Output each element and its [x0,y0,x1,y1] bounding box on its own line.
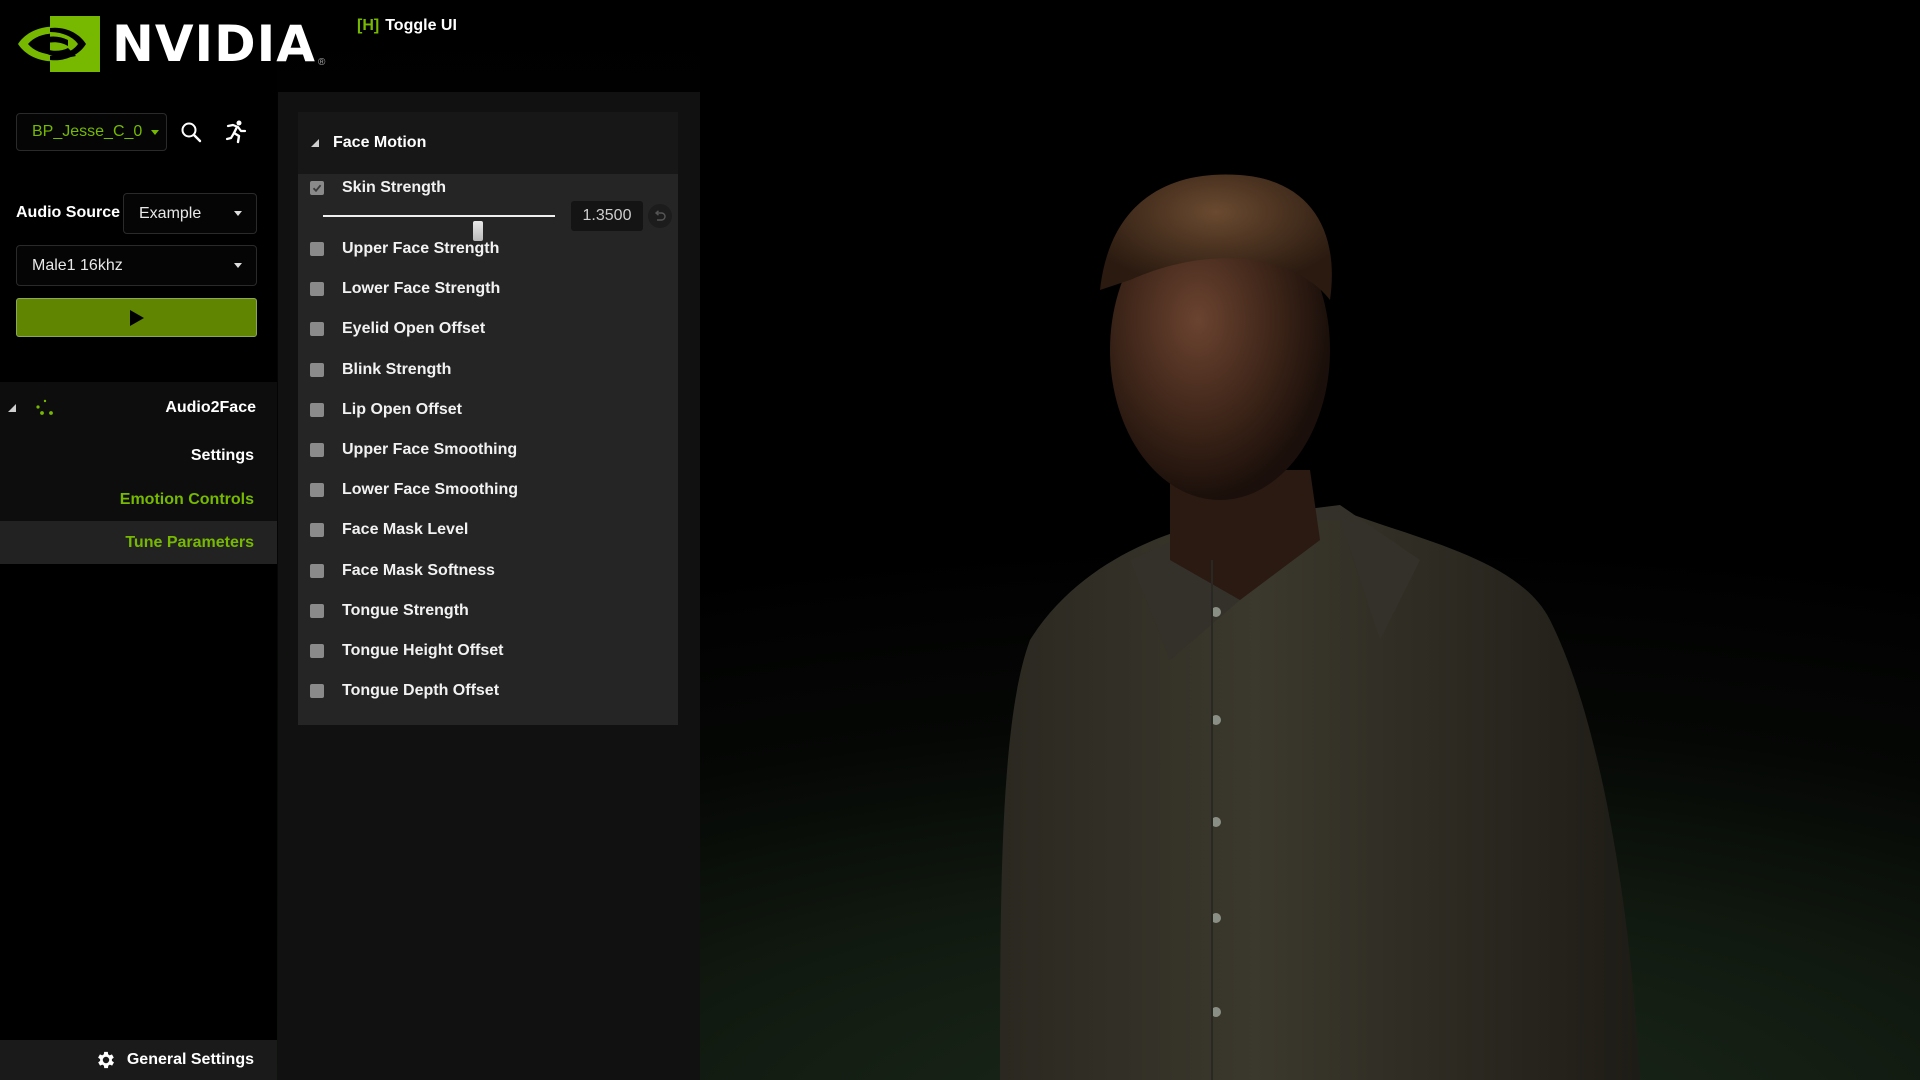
audio-clip-value: Male1 16khz [32,256,123,274]
param-label: Tongue Depth Offset [342,682,500,700]
param-row-face-mask-level: Face Mask Level [298,516,678,544]
nav-item-label: Settings [190,447,254,464]
face-motion-card: Face Motion Skin Strength 1.3500 Upper F… [298,112,678,725]
lip-open-offset-checkbox[interactable] [310,402,324,417]
param-label: Eyelid Open Offset [342,320,486,338]
param-row-tongue-depth-offset: Tongue Depth Offset [298,677,678,705]
skin-strength-checkbox[interactable] [310,181,324,195]
lower-face-strength-checkbox[interactable] [310,282,324,297]
param-row-upper-face-strength: Upper Face Strength [298,235,678,263]
chevron-down-icon [234,263,242,268]
audio2face-section-header[interactable]: Audio2Face [0,382,277,434]
toggle-ui-label: Toggle UI [385,17,457,34]
param-label: Upper Face Smoothing [342,441,518,458]
param-label: Upper Face Strength [342,240,500,257]
chevron-down-icon [234,211,242,216]
audio2face-title: Audio2Face [165,399,256,416]
param-label: Skin Strength [342,179,447,196]
param-row-tongue-height-offset: Tongue Height Offset [298,637,678,665]
param-row-blink-strength: Blink Strength [298,356,678,384]
search-icon [181,122,202,143]
face-mask-level-checkbox[interactable] [310,523,324,538]
eyelid-open-offset-checkbox[interactable] [310,322,324,337]
play-icon [129,309,144,326]
upper-face-smoothing-checkbox[interactable] [310,443,324,457]
nvidia-logo: NVIDIA ® [16,16,325,72]
blink-strength-checkbox[interactable] [310,362,324,377]
face-motion-header[interactable]: Face Motion [298,112,678,174]
nav-item-settings[interactable]: Settings [0,434,277,478]
general-settings-label: General Settings [126,1051,254,1068]
audio2face-nav: Settings Emotion Controls Tune Parameter… [0,434,277,1080]
registered-mark: ® [317,57,326,68]
audio-source-label: Audio Source [16,204,121,221]
reset-to-default-button[interactable] [648,204,672,228]
audio-source-dropdown[interactable]: Example [123,193,257,234]
param-label: Lower Face Strength [342,280,501,298]
nav-item-label: Emotion Controls [119,490,254,508]
reset-arrow-icon [654,210,666,221]
toggle-ui-hint[interactable]: [H] Toggle UI [357,17,457,35]
nvidia-eye-icon [18,16,100,72]
param-row-skin-strength: Skin Strength [298,174,678,202]
param-label: Tongue Height Offset [342,642,504,659]
param-row-upper-face-smoothing: Upper Face Smoothing [298,436,678,464]
audio-clip-dropdown[interactable]: Male1 16khz [16,245,257,286]
param-label: Tongue Strength [342,601,469,619]
tongue-height-offset-checkbox[interactable] [310,644,324,658]
param-label: Face Mask Softness [342,561,495,579]
running-figure-icon [225,120,247,144]
tongue-depth-offset-checkbox[interactable] [310,684,324,699]
skin-strength-slider[interactable] [323,215,555,241]
param-label: Lower Face Smoothing [342,481,519,499]
audio-source-value: Example [139,204,202,222]
collapse-triangle-icon [8,404,16,412]
lower-face-smoothing-checkbox[interactable] [310,483,324,498]
face-mask-softness-checkbox[interactable] [310,563,324,578]
face-motion-title: Face Motion [333,134,427,151]
param-row-lower-face-strength: Lower Face Strength [298,275,678,303]
actor-select-dropdown[interactable]: BP_Jesse_C_0 [16,113,167,151]
param-row-lower-face-smoothing: Lower Face Smoothing [298,476,678,504]
param-label: Face Mask Level [342,521,469,539]
param-row-lip-open-offset: Lip Open Offset [298,396,678,424]
param-row-face-mask-softness: Face Mask Softness [298,557,678,585]
param-label: Blink Strength [342,360,452,378]
nav-item-emotion-controls[interactable]: Emotion Controls [0,478,277,521]
tune-parameters-panel: Face Motion Skin Strength 1.3500 Upper F… [278,92,700,1080]
toggle-ui-key: [H] [357,17,380,34]
param-label: Lip Open Offset [342,400,462,418]
actor-select-value: BP_Jesse_C_0 [32,123,143,140]
nvidia-wordmark: NVIDIA [112,15,316,73]
nav-item-label: Tune Parameters [125,533,254,551]
upper-face-strength-checkbox[interactable] [310,242,324,256]
loading-spinner-icon [36,399,53,415]
skin-strength-slider-row: 1.3500 [298,200,678,241]
general-settings-button[interactable]: General Settings [0,1040,277,1080]
viewport-3d[interactable] [700,0,1920,1080]
nav-item-tune-parameters[interactable]: Tune Parameters [0,521,277,564]
tongue-strength-checkbox[interactable] [310,603,324,618]
skin-strength-value-input[interactable]: 1.3500 [571,201,643,231]
search-button[interactable] [177,118,205,146]
param-row-tongue-strength: Tongue Strength [298,597,678,625]
digital-human-character [1000,174,1640,1080]
play-audio-button[interactable] [16,298,257,337]
collapse-triangle-icon [311,139,319,147]
chevron-down-icon [151,129,160,135]
gear-icon [97,1051,114,1069]
checkmark-icon [312,184,322,193]
param-row-eyelid-open-offset: Eyelid Open Offset [298,315,678,343]
animation-pose-button[interactable] [222,118,250,146]
skin-strength-value: 1.3500 [582,207,632,224]
left-sidebar: BP_Jesse_C_0 Audio Source Example Male1 … [0,92,277,1080]
